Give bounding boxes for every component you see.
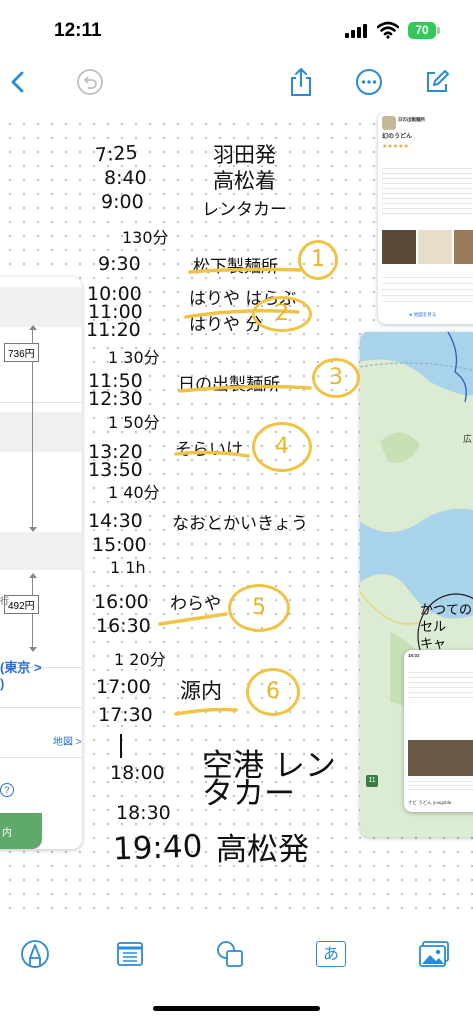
home-indicator — [153, 1006, 320, 1011]
number-circle-1: 1 — [298, 240, 338, 280]
highlight-strokes — [158, 267, 312, 716]
wifi-icon — [377, 21, 399, 39]
chevron-left-icon — [11, 71, 24, 93]
photo-icon — [419, 941, 449, 967]
status-time: 12:11 — [54, 20, 102, 41]
status-bar: 12:11 70 — [0, 0, 473, 58]
number-circle-3: 3 — [312, 358, 360, 398]
compose-icon — [427, 70, 449, 92]
share-icon — [291, 67, 311, 96]
text-box-icon — [117, 942, 143, 966]
undo-button[interactable] — [72, 64, 108, 100]
back-button[interactable] — [0, 64, 36, 100]
signal-icon — [345, 24, 369, 38]
top-toolbar — [0, 58, 473, 110]
share-button[interactable] — [283, 64, 319, 100]
ellipsis-circle-icon — [356, 69, 382, 95]
undo-icon — [77, 69, 103, 95]
more-button[interactable] — [351, 64, 387, 100]
note-canvas[interactable]: 736円 492円 行 (東京 >) 地図 > ? 内 日の出製麺所 幻のうどん… — [0, 112, 473, 920]
photo-button[interactable] — [416, 936, 452, 972]
shapes-icon — [217, 941, 243, 967]
japanese-text-icon: あ — [316, 941, 346, 967]
shapes-button[interactable] — [212, 936, 248, 972]
number-circle-4: 4 — [252, 422, 312, 472]
number-circle-5: 5 — [228, 584, 290, 632]
number-circle-2: 2 — [252, 296, 312, 332]
pen-tool-button[interactable] — [17, 936, 53, 972]
compose-button[interactable] — [419, 64, 455, 100]
battery-indicator: 70 — [408, 22, 436, 39]
battery-tip — [437, 27, 440, 34]
number-circle-6: 6 — [246, 668, 300, 716]
text-box-button[interactable] — [112, 936, 148, 972]
japanese-text-button[interactable]: あ — [313, 936, 349, 972]
pen-icon — [21, 940, 49, 968]
